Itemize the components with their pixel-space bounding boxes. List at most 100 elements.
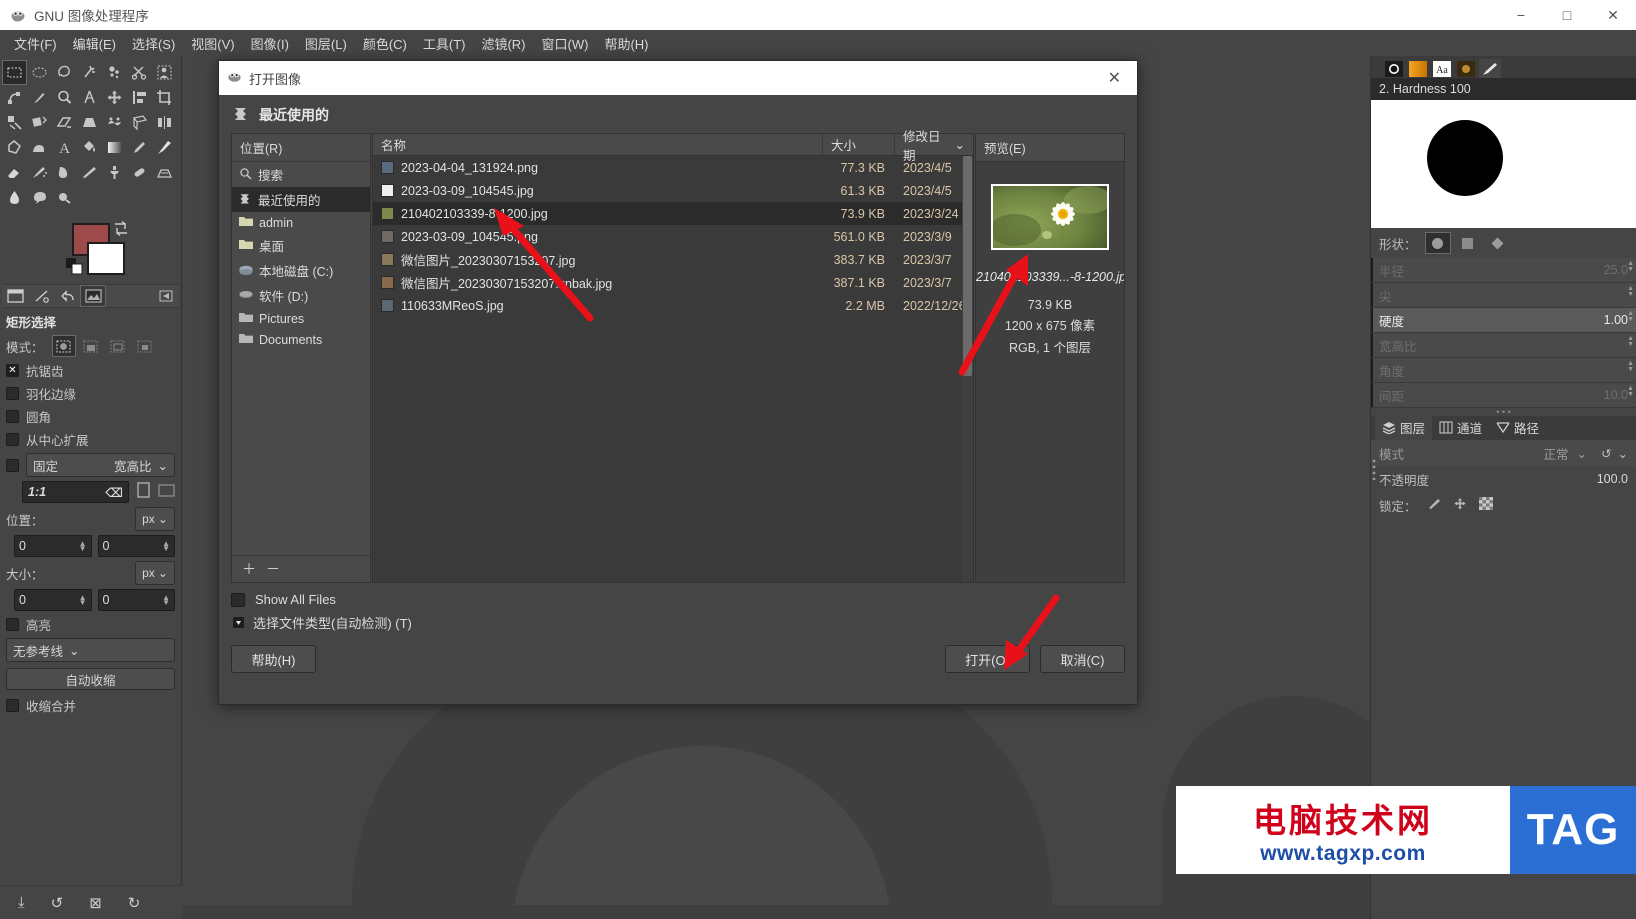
brush-aspect-ratio-slider[interactable]: 宽高比 ▲ ▼ (1371, 333, 1636, 358)
table-row[interactable]: 微信图片_20230307153207.jpg 383.7 KB 2023/3/… (373, 248, 973, 271)
antialias-row[interactable]: ✕ 抗锯齿 (0, 359, 181, 382)
zoom-tool-icon[interactable] (52, 85, 77, 110)
table-row[interactable]: 2023-03-09_104545.jpg 61.3 KB 2023/4/5 (373, 179, 973, 202)
warp-transform-icon[interactable] (27, 135, 52, 160)
smudge-tool-icon[interactable] (27, 185, 52, 210)
fuzzy-select-icon[interactable] (77, 60, 102, 85)
position-unit-combo[interactable]: px ⌄ (135, 507, 175, 531)
menu-tools[interactable]: 工具(T) (415, 31, 474, 56)
dock-menu-icon[interactable] (153, 285, 179, 307)
place-desktop[interactable]: 桌面 (232, 233, 370, 258)
feather-row[interactable]: 羽化边缘 (0, 382, 181, 405)
brush-hardness-slider[interactable]: 硬度 1.00 ▲ ▼ (1371, 308, 1636, 333)
help-button[interactable]: 帮助(H) (231, 645, 316, 673)
circle-shape-icon[interactable] (1424, 232, 1451, 254)
mode-intersect-icon[interactable] (133, 335, 157, 357)
shrink-merged-row[interactable]: 收缩合并 (0, 694, 181, 717)
clear-icon[interactable]: ⌫ (105, 485, 123, 500)
table-row[interactable]: 210402103339-8-1200.jpg 73.9 KB 2023/3/2… (373, 202, 973, 225)
brush-dynamics-icon[interactable] (28, 285, 54, 307)
maximize-button[interactable]: □ (1544, 0, 1590, 30)
background-color-swatch[interactable] (87, 242, 125, 275)
menu-image[interactable]: 图像(I) (243, 31, 297, 56)
menu-windows[interactable]: 窗口(W) (534, 31, 597, 56)
place-search[interactable]: 搜索 (232, 162, 370, 187)
menu-layer[interactable]: 图层(L) (297, 31, 355, 56)
free-select-icon[interactable] (52, 60, 77, 85)
stepper-icon[interactable]: ▲ ▼ (1627, 360, 1634, 373)
stepper-icon[interactable]: ▲ ▼ (1627, 260, 1634, 273)
bucket-fill-icon[interactable] (77, 135, 102, 160)
column-header-name[interactable]: 名称 (373, 134, 823, 155)
rounded-corners-row[interactable]: 圆角 (0, 405, 181, 428)
highlight-checkbox[interactable] (6, 618, 19, 631)
paths-tool-icon[interactable] (2, 85, 27, 110)
aspect-ratio-input[interactable]: 1:1 ⌫ (22, 481, 129, 503)
menu-edit[interactable]: 编辑(E) (65, 31, 124, 56)
table-row[interactable]: 110633MReoS.jpg 2.2 MB 2022/12/26 (373, 294, 973, 317)
close-button[interactable]: ✕ (1590, 0, 1636, 30)
breadcrumb-label[interactable]: 最近使用的 (259, 105, 329, 125)
foreground-select-icon[interactable] (152, 60, 177, 85)
position-y-input[interactable]: 0 ▲ ▼ (97, 535, 175, 557)
menu-select[interactable]: 选择(S) (124, 31, 183, 56)
patterns-tab-icon[interactable] (1455, 59, 1477, 78)
tab-channels[interactable]: 通道 (1432, 415, 1489, 440)
place-pictures[interactable]: Pictures (232, 308, 370, 329)
expander-triangle-icon[interactable] (231, 617, 245, 628)
file-list[interactable]: 名称 大小 修改日期 ⌄ 2023-04-04_131924.png 77.3 … (372, 130, 974, 583)
place-admin[interactable]: admin (232, 212, 370, 233)
scissors-select-icon[interactable] (127, 60, 152, 85)
brush-angle-slider[interactable]: 角度 ▲ ▼ (1371, 358, 1636, 383)
show-all-files-row[interactable]: Show All Files (231, 589, 1125, 610)
dock-grip-handle[interactable] (1372, 458, 1377, 481)
portrait-orientation-icon[interactable] (135, 482, 152, 502)
expand-from-center-checkbox[interactable] (6, 433, 19, 446)
select-by-color-icon[interactable] (102, 60, 127, 85)
layer-mode-reset-icon[interactable]: ↺ (1601, 446, 1611, 461)
measure-tool-icon[interactable] (77, 85, 102, 110)
table-row[interactable]: 2023-03-09_104545.png 561.0 KB 2023/3/9 (373, 225, 973, 248)
fixed-checkbox[interactable] (6, 458, 19, 472)
perspective-clone-icon[interactable] (152, 160, 177, 185)
rotate-tool-icon[interactable] (2, 110, 27, 135)
shear-tool-icon[interactable] (52, 110, 77, 135)
column-header-size[interactable]: 大小 (823, 134, 895, 155)
brush-spikes-slider[interactable]: 尖 ▲ ▼ (1371, 283, 1636, 308)
square-shape-icon[interactable] (1455, 232, 1481, 254)
table-row[interactable]: 微信图片_20230307153207.xnbak.jpg 387.1 KB 2… (373, 271, 973, 294)
place-recent[interactable]: 最近使用的 (232, 187, 370, 212)
minimize-button[interactable]: − (1498, 0, 1544, 30)
stepper-icon[interactable]: ▲ ▼ (162, 540, 170, 553)
expand-from-center-row[interactable]: 从中心扩展 (0, 428, 181, 451)
show-all-files-checkbox[interactable] (231, 592, 245, 607)
cage-transform-icon[interactable] (2, 135, 27, 160)
feather-checkbox[interactable] (6, 387, 19, 400)
landscape-orientation-icon[interactable] (158, 482, 175, 502)
image-thumbnail-icon[interactable] (2, 285, 28, 307)
tab-paths[interactable]: 路径 (1489, 415, 1546, 440)
add-bookmark-button[interactable]: ＋ (242, 559, 256, 579)
stepper-icon[interactable]: ▲ ▼ (1627, 385, 1634, 398)
mode-add-icon[interactable] (79, 335, 103, 357)
fixed-row[interactable]: 固定 宽高比 ⌄ (0, 451, 181, 479)
download-icon[interactable]: ⤓ (18, 894, 25, 911)
stepper-icon[interactable]: ▲ ▼ (1627, 285, 1634, 298)
heal-tool-icon[interactable] (127, 160, 152, 185)
perspective-tool-icon[interactable] (77, 110, 102, 135)
remove-bookmark-button[interactable]: － (266, 559, 280, 579)
size-unit-combo[interactable]: px ⌄ (135, 561, 175, 585)
place-software-d[interactable]: 软件 (D:) (232, 283, 370, 308)
move-tool-icon[interactable] (102, 85, 127, 110)
lock-alpha-icon[interactable] (1478, 497, 1493, 513)
stepper-icon[interactable]: ▲ ▼ (79, 540, 87, 553)
open-button[interactable]: 打开(O) (945, 645, 1030, 673)
chevron-down-icon[interactable]: ⌄ (1577, 446, 1587, 461)
mode-replace-icon[interactable] (51, 335, 76, 357)
cancel-icon[interactable]: ⊠ (89, 894, 102, 912)
handle-transform-icon[interactable] (127, 110, 152, 135)
highlight-row[interactable]: 高亮 (0, 613, 181, 636)
scale-tool-icon[interactable] (27, 110, 52, 135)
cancel-button[interactable]: 取消(C) (1040, 645, 1125, 673)
ellipse-select-icon[interactable] (27, 60, 52, 85)
